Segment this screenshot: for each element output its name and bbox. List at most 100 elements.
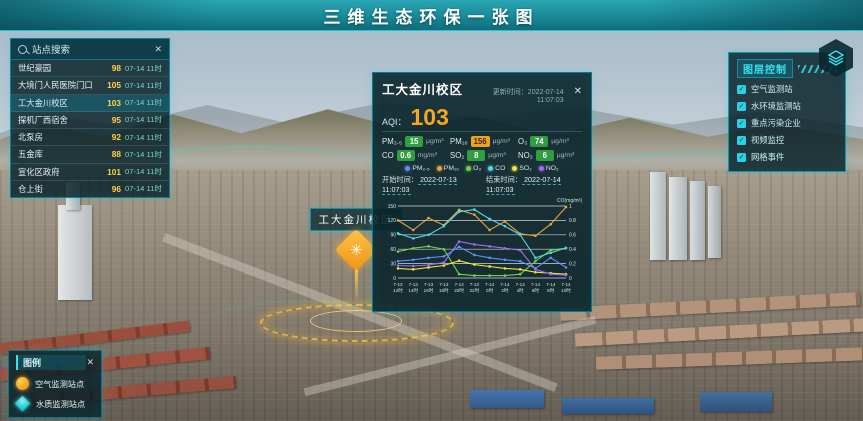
checkbox-checked-icon[interactable]: ✓ bbox=[737, 136, 746, 145]
start-time-group: 开始时间：2022-07-13 11:07:03 bbox=[382, 175, 478, 194]
station-row[interactable]: 宣化区政府10107-14 11时 bbox=[11, 164, 169, 181]
svg-text:30: 30 bbox=[390, 261, 396, 267]
pollutant-cell: SO₂8μg/m³ bbox=[450, 150, 514, 161]
layer-item[interactable]: ✓视频监控 bbox=[737, 134, 837, 146]
svg-text:0.8: 0.8 bbox=[569, 218, 576, 224]
station-name: 大境门人民医院门口 bbox=[18, 79, 103, 91]
pollutant-value-badge: 6 bbox=[536, 150, 554, 161]
station-row[interactable]: 北泵房9207-14 11时 bbox=[11, 129, 169, 146]
pollutant-unit: μg/m³ bbox=[551, 138, 569, 145]
legend-dot bbox=[437, 166, 442, 171]
layer-item[interactable]: ✓ 重点污染企业 bbox=[737, 117, 837, 129]
svg-text:18时: 18时 bbox=[439, 287, 449, 293]
station-row[interactable]: 探机厂西宿舍9507-14 11时 bbox=[11, 112, 169, 129]
pollutant-value-badge: 8 bbox=[467, 150, 485, 161]
svg-text:7-13: 7-13 bbox=[409, 282, 419, 287]
layer-panel-title: 图层控制 bbox=[737, 59, 793, 78]
pollutant-unit: μg/m³ bbox=[426, 138, 444, 145]
svg-text:22时: 22时 bbox=[470, 287, 480, 293]
station-update-time: 07-14 11时 bbox=[125, 149, 162, 160]
marker-pole bbox=[355, 265, 358, 299]
svg-text:0时: 0时 bbox=[486, 287, 494, 293]
svg-text:0.4: 0.4 bbox=[569, 247, 576, 253]
legend-item[interactable]: NO₂ bbox=[539, 165, 559, 172]
end-time-group: 结束时间：2022-07-14 11:07:03 bbox=[486, 175, 582, 194]
legend-label: PM₂.₅ bbox=[412, 165, 429, 172]
close-icon[interactable]: ✕ bbox=[86, 358, 94, 367]
close-icon[interactable]: ✕ bbox=[154, 45, 162, 54]
search-icon bbox=[18, 45, 27, 54]
legend-item[interactable]: PM₂.₅ bbox=[405, 165, 429, 172]
layer-item[interactable]: ✓水环境监测站 bbox=[737, 100, 837, 112]
checkbox-checked-icon[interactable]: ✓ bbox=[737, 153, 746, 162]
svg-text:90: 90 bbox=[390, 233, 396, 239]
checkbox-checked-icon[interactable]: ✓ bbox=[737, 119, 746, 128]
pollutant-cell: CO0.6mg/m³ bbox=[382, 150, 446, 161]
checkbox-checked-icon[interactable]: ✓ bbox=[737, 85, 746, 94]
station-row[interactable]: 大境门人民医院门口10507-14 11时 bbox=[11, 77, 169, 94]
pollutant-cell: NO₂6μg/m³ bbox=[518, 150, 582, 161]
legend-label: SO₂ bbox=[519, 165, 531, 172]
station-detail-popup: 工大金川校区 更新时间：2022-07-14 11:07:03 ✕ AQI： 1… bbox=[372, 72, 592, 312]
svg-text:7-13: 7-13 bbox=[454, 282, 464, 287]
popup-title: 工大金川校区 bbox=[382, 79, 463, 98]
legend-label: CO bbox=[495, 165, 505, 172]
legend-item[interactable]: O₃ bbox=[466, 165, 481, 172]
checkbox-checked-icon[interactable]: ✓ bbox=[737, 102, 746, 111]
svg-text:120: 120 bbox=[388, 218, 397, 224]
station-row[interactable]: 仓上街9607-14 11时 bbox=[11, 181, 169, 197]
air-station-marker-icon bbox=[16, 377, 29, 390]
legend-item[interactable]: SO₂ bbox=[512, 165, 531, 172]
building bbox=[58, 205, 92, 300]
station-row[interactable]: 工大金川校区10307-14 11时 bbox=[11, 95, 169, 112]
layer-item[interactable]: ✓ 网格事件 bbox=[737, 151, 837, 163]
layer-control-panel: 图层控制 ✓空气监测站✓水环境监测站✓重点污染企业✓视频监控✓网格事件 bbox=[728, 52, 846, 172]
svg-text:16时: 16时 bbox=[424, 287, 434, 293]
svg-text:7-13: 7-13 bbox=[470, 282, 480, 287]
pollutant-name: O₃ bbox=[518, 137, 527, 146]
layer-label: 网格事件 bbox=[751, 151, 784, 163]
station-update-time: 07-14 11时 bbox=[125, 132, 162, 143]
station-row[interactable]: 世纪豪园9807-14 11时 bbox=[11, 60, 169, 77]
station-search-panel: 站点搜索 ✕ 世纪豪园9807-14 11时大境门人民医院门口10507-14 … bbox=[10, 38, 170, 198]
aqi-label: AQI： bbox=[382, 115, 407, 128]
layer-label: 空气监测站 bbox=[751, 83, 793, 95]
legend-dot bbox=[512, 166, 517, 171]
layer-label: 重点污染企业 bbox=[751, 117, 801, 129]
pollutant-name: PM₂.₅ bbox=[382, 137, 402, 146]
station-list: 世纪豪园9807-14 11时大境门人民医院门口10507-14 11时工大金川… bbox=[11, 60, 169, 197]
station-name: 宣化区政府 bbox=[18, 166, 103, 178]
svg-text:0: 0 bbox=[393, 276, 396, 282]
svg-text:10时: 10时 bbox=[561, 287, 571, 293]
update-time: 更新时间：2022-07-14 11:07:03 bbox=[469, 87, 564, 104]
pollutant-cell: PM₁₀156μg/m³ bbox=[450, 136, 514, 147]
legend-label: PM₁₀ bbox=[444, 165, 459, 172]
layer-item[interactable]: ✓ 空气监测站 bbox=[737, 83, 837, 95]
air-station-marker-icon[interactable]: ✳ bbox=[335, 229, 377, 271]
close-icon[interactable]: ✕ bbox=[574, 86, 582, 97]
svg-text:60: 60 bbox=[390, 247, 396, 253]
pollutant-value-badge: 156 bbox=[471, 136, 490, 147]
legend-item[interactable]: CO bbox=[488, 165, 505, 172]
svg-text:7-13: 7-13 bbox=[393, 282, 403, 287]
pollutant-grid: PM₂.₅15μg/m³PM₁₀156μg/m³O₃74μg/m³CO0.6mg… bbox=[382, 136, 582, 161]
water-station-marker-icon bbox=[15, 396, 31, 412]
pollutant-cell: O₃74μg/m³ bbox=[518, 136, 582, 147]
svg-text:12时: 12时 bbox=[393, 287, 403, 293]
legend-dot bbox=[405, 166, 410, 171]
svg-text:7-14: 7-14 bbox=[546, 282, 556, 287]
station-name: 世纪豪园 bbox=[18, 62, 108, 74]
station-aqi-value: 103 bbox=[107, 98, 121, 108]
chart-legend: PM₂.₅ PM₁₀ O₃ CO SO₂ NO₂ bbox=[382, 165, 582, 172]
end-time-label: 结束时间： bbox=[486, 175, 522, 184]
legend-item[interactable]: 水质监测站点 bbox=[16, 397, 94, 410]
legend-item[interactable]: 空气监测站点 bbox=[16, 377, 94, 390]
pollutant-name: NO₂ bbox=[518, 151, 533, 160]
station-update-time: 07-14 11时 bbox=[125, 63, 162, 74]
pollutant-unit: μg/m³ bbox=[557, 152, 575, 159]
legend-item-label: 空气监测站点 bbox=[35, 378, 84, 390]
station-aqi-value: 88 bbox=[112, 149, 121, 159]
station-update-time: 07-14 11时 bbox=[125, 114, 162, 125]
station-row[interactable]: 五金库8807-14 11时 bbox=[11, 146, 169, 163]
legend-item[interactable]: PM₁₀ bbox=[437, 165, 459, 172]
